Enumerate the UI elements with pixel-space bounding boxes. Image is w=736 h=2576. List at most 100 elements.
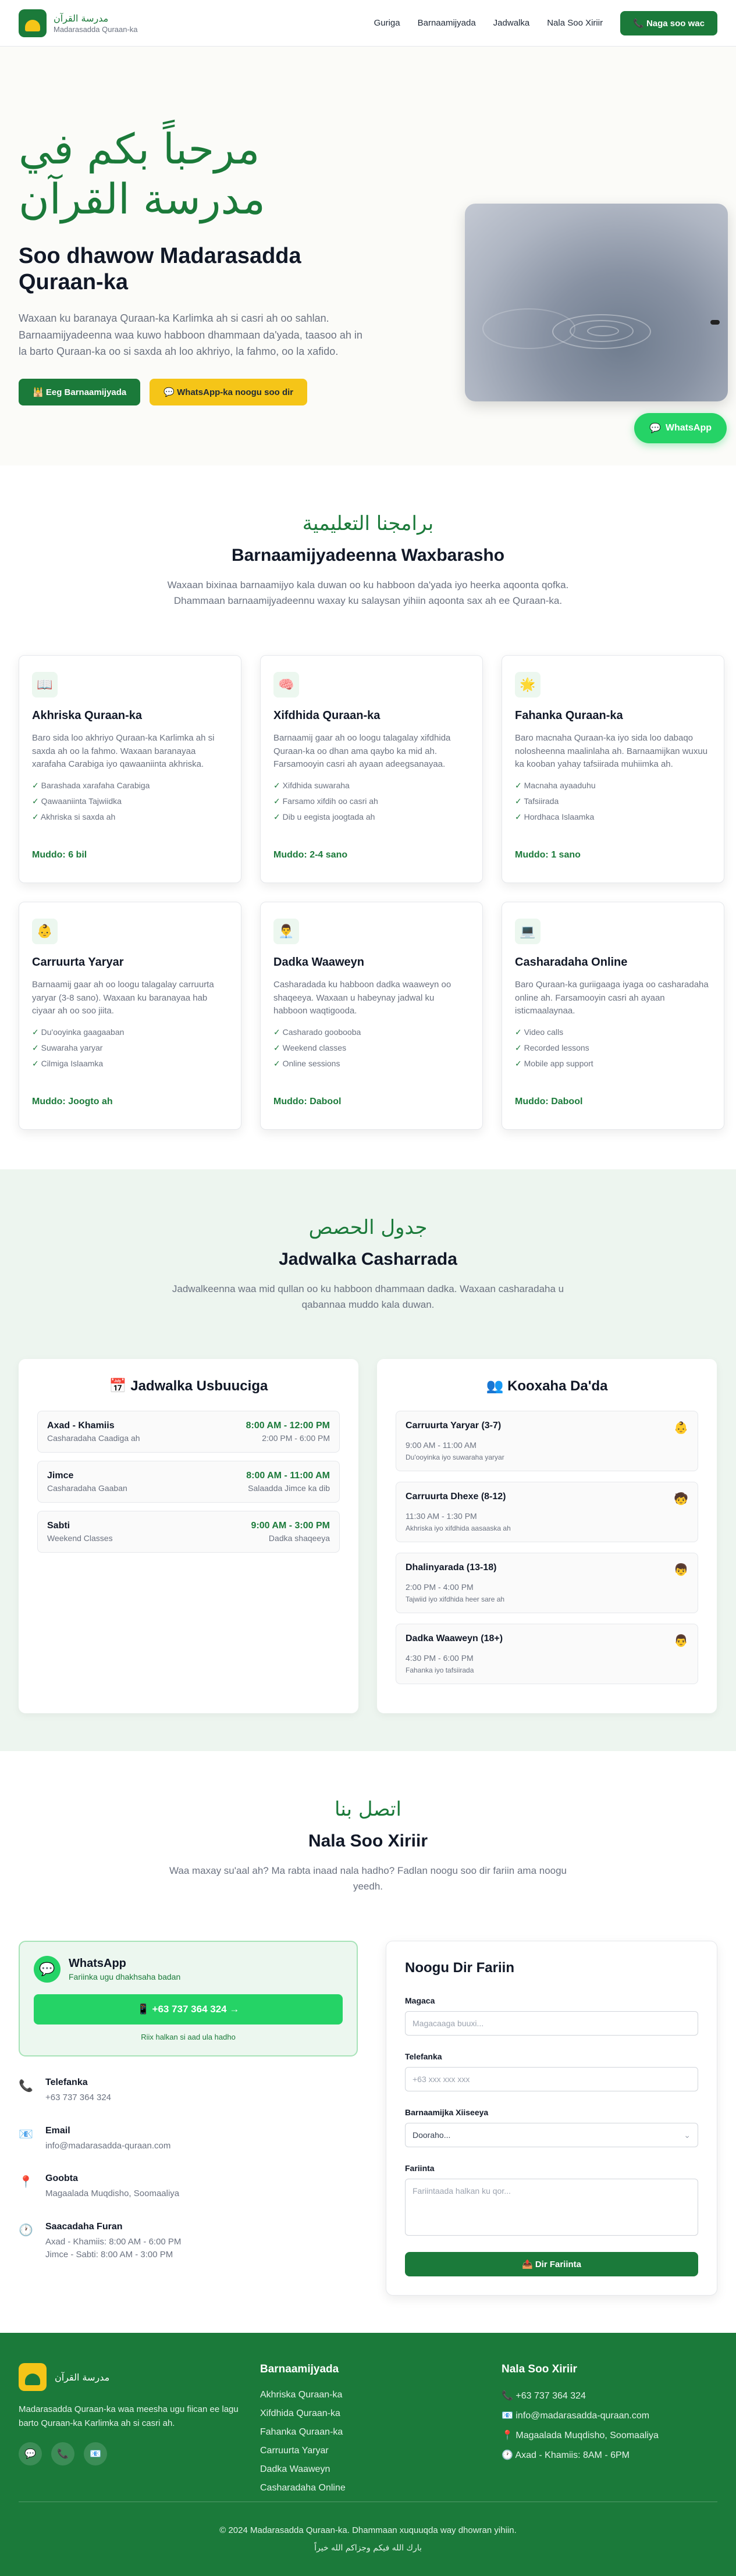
program-title: Xifdhida Quraan-ka (273, 709, 381, 723)
program-duration: Muddo: Joogto ah (32, 1097, 113, 1107)
nav-link-contact[interactable]: Nala Soo Xiriir (547, 18, 603, 28)
footer-description: Madarasadda Quraan-ka waa meesha ugu fii… (19, 2404, 239, 2428)
brand[interactable]: مدرسة القرآن Madarasadda Quraan-ka (19, 9, 138, 37)
program-feature: Hordhaca Islaamka (515, 812, 711, 822)
brand-arabic-name: مدرسة القرآن (54, 12, 109, 24)
view-programs-label: Eeg Barnaamijyada (45, 387, 127, 398)
whatsapp-send-button[interactable]: 💬 WhatsApp-ka noogu soo dir (150, 379, 308, 406)
schedule-arabic-title: جدول الحصص (308, 1216, 428, 1239)
schedule-time-secondary: Dadka shaqeeya (268, 1533, 330, 1543)
program-feature: Dib u eegista joogtada ah (273, 812, 470, 822)
footer-programs-title: Barnaamijyada (260, 2363, 339, 2375)
phone-icon: 📞 (19, 2080, 33, 2093)
program-feature: Tafsiirada (515, 796, 711, 806)
phone-social-icon[interactable]: 📞 (51, 2442, 74, 2465)
whatsapp-note: Riix halkan si aad ula hadho (141, 2033, 236, 2042)
email-social-icon[interactable]: 📧 (84, 2442, 107, 2465)
age-group-description: Tajwiid iyo xifdhida heer sare ah (406, 1595, 505, 1604)
footer-contact-item: 📍 Magaalada Muqdisho, Soomaaliya (502, 2431, 659, 2440)
nav-link-programs[interactable]: Barnaamijyada (418, 18, 476, 28)
whatsapp-call-button[interactable]: 📱 +63 737 364 324 → (34, 1994, 343, 2025)
hero-water-ripple-image (465, 204, 728, 401)
program-card[interactable]: 💻 Casharadaha Online Baro Quraan-ka guriig… (502, 902, 724, 1130)
program-features: Xifdhida suwaraha Farsamo xifdih oo casri… (273, 781, 470, 822)
contact-info-item: 📞 Telefanka +63 737 364 324 (19, 2077, 358, 2105)
program-features: Casharado goobooba Weekend classes Online … (273, 1027, 470, 1069)
schedule-time: 8:00 AM - 12:00 PM (246, 1421, 330, 1431)
contact-info-value: Magaalada Muqdisho, Soomaaliya (45, 2189, 180, 2199)
program-card[interactable]: 🧠 Xifdhida Quraan-ka Barnaamij gaar ah oo … (260, 655, 483, 884)
call-us-button[interactable]: 📞 Naga soo wac (620, 10, 717, 35)
program-feature: Macnaha ayaaduhu (515, 781, 711, 791)
phone-input[interactable]: +63 xxx xxx xxx (405, 2067, 698, 2092)
program-card[interactable]: 👶 Carruurta Yaryar Barnaamij gaar ah oo lo… (19, 902, 241, 1130)
whatsapp-social-icon[interactable]: 💬 (19, 2442, 42, 2465)
program-card[interactable]: 📖 Akhriska Quraan-ka Baro sida loo akhriyo… (19, 655, 241, 884)
whatsapp-floating-label: WhatsApp (665, 423, 712, 433)
person-icon: 👶 (674, 1422, 688, 1435)
contact-info-title: Goobta (45, 2173, 78, 2184)
view-programs-button[interactable]: 🕌 Eeg Barnaamijyada (19, 379, 141, 406)
footer-program-link[interactable]: Casharadaha Online (260, 2483, 483, 2493)
footer-program-link[interactable]: Akhriska Quraan-ka (260, 2390, 483, 2400)
contact-info-item: 📧 Email info@madarasadda-quraan.com (19, 2126, 358, 2153)
contact-form: Noogu Dir Fariin Magaca Magacaaga buuxi.… (386, 1941, 717, 2296)
name-input[interactable]: Magacaaga buuxi... (405, 2011, 698, 2036)
submit-button[interactable]: 📤 Dir Fariinta (405, 2252, 698, 2277)
footer-contact-item: 📧 info@madarasadda-quraan.com (502, 2411, 650, 2421)
programs-grid: 📖 Akhriska Quraan-ka Baro sida loo akhriyo… (0, 655, 736, 1130)
program-description: Barnaamij gaar ah oo loogu talagalay car… (32, 980, 214, 1016)
schedule-time: 8:00 AM - 11:00 AM (246, 1471, 330, 1481)
chevron-down-icon: ⌄ (684, 2130, 691, 2140)
footer-program-link[interactable]: Carruurta Yaryar (260, 2446, 483, 2456)
schedule-row: Axad - Khamiis Casharadaha Caadiga ah 8:00… (37, 1411, 340, 1453)
footer-program-link[interactable]: Dadka Waaweyn (260, 2464, 483, 2475)
program-card[interactable]: 🌟 Fahanka Quraan-ka Baro macnaha Quraan-ka… (502, 655, 724, 884)
program-duration: Muddo: 6 bil (32, 850, 87, 860)
program-select-value: Dooraho... (413, 2130, 451, 2140)
age-group-description: Du'ooyinka iyo suwaraha yaryar (406, 1453, 504, 1462)
program-feature: Suwaraha yaryar (32, 1043, 228, 1053)
message-label: Fariinta (405, 2164, 435, 2173)
age-group-item: Dadka Waaweyn (18+) 4:30 PM - 6:00 PM Faha… (396, 1624, 698, 1685)
contact-section: اتصل بنا Nala Soo Xiriir Waa maxay su'aa… (0, 1751, 736, 2333)
program-select[interactable]: Dooraho... ⌄ (405, 2123, 698, 2148)
programs-description: Waxaan bixinaa barnaamijyo kala duwan oo… (167, 579, 569, 607)
whatsapp-floating-button[interactable]: 💬 WhatsApp (634, 413, 727, 443)
age-group-description: Akhriska iyo xifdhida aasaaska ah (406, 1524, 511, 1533)
program-feature: Du'ooyinka gaagaaban (32, 1027, 228, 1037)
person-icon: 👨 (674, 1635, 688, 1648)
program-feature: Farsamo xifdih oo casri ah (273, 796, 470, 806)
laptop-icon: 💻 (515, 919, 541, 945)
schedule-time: 9:00 AM - 3:00 PM (251, 1521, 330, 1531)
program-card[interactable]: 👨‍💼 Dadka Waaweyn Casharadada ku habboon d… (260, 902, 483, 1130)
program-feature: Akhriska si saxda ah (32, 812, 228, 822)
hero-arabic-title: مرحباً بكم في مدرسة القرآن (19, 124, 265, 224)
program-feature: Casharado goobooba (273, 1027, 470, 1037)
program-duration: Muddo: Dabool (273, 1097, 342, 1107)
contact-arabic-title: اتصل بنا (334, 1798, 402, 1821)
footer-mosque-logo-icon (19, 2363, 47, 2391)
program-feature: Weekend classes (273, 1043, 470, 1053)
footer-program-link[interactable]: Xifdhida Quraan-ka (260, 2408, 483, 2419)
call-us-label: Naga soo wac (646, 18, 705, 29)
age-group-description: Fahanka iyo tafsiirada (406, 1666, 474, 1675)
phone-label: Telefanka (405, 2052, 442, 2062)
programs-title: Barnaamijyadeenna Waxbarasho (231, 546, 505, 565)
message-textarea[interactable]: Fariintaada halkan ku qor... (405, 2179, 698, 2236)
schedule-type: Casharadaha Caadiga ah (47, 1433, 140, 1443)
footer-program-link[interactable]: Fahanka Quraan-ka (260, 2427, 483, 2438)
whatsapp-card-title: WhatsApp (69, 1957, 126, 1970)
program-features: Macnaha ayaaduhu Tafsiirada Hordhaca Islaa… (515, 781, 711, 822)
person-icon: 🧒 (674, 1493, 688, 1506)
program-description: Baro macnaha Quraan-ka iyo sida loo daba… (515, 733, 708, 770)
age-group-time: 2:00 PM - 4:00 PM (406, 1582, 474, 1592)
age-group-item: Carruurta Yaryar (3-7) 9:00 AM - 11:00 AM… (396, 1411, 698, 1472)
contact-info-value: Jimce - Sabti: 8:00 AM - 3:00 PM (45, 2250, 173, 2260)
nav-link-schedule[interactable]: Jadwalka (493, 18, 530, 28)
nav-link-home[interactable]: Guriga (374, 18, 400, 28)
nav-links: Guriga Barnaamijyada Jadwalka Nala Soo X… (374, 10, 717, 35)
age-group-name: Carruurta Dhexe (8-12) (406, 1492, 506, 1502)
schedule-row: Sabti Weekend Classes 9:00 AM - 3:00 PM Dad… (37, 1511, 340, 1553)
location-icon: 📍 (19, 2176, 33, 2189)
